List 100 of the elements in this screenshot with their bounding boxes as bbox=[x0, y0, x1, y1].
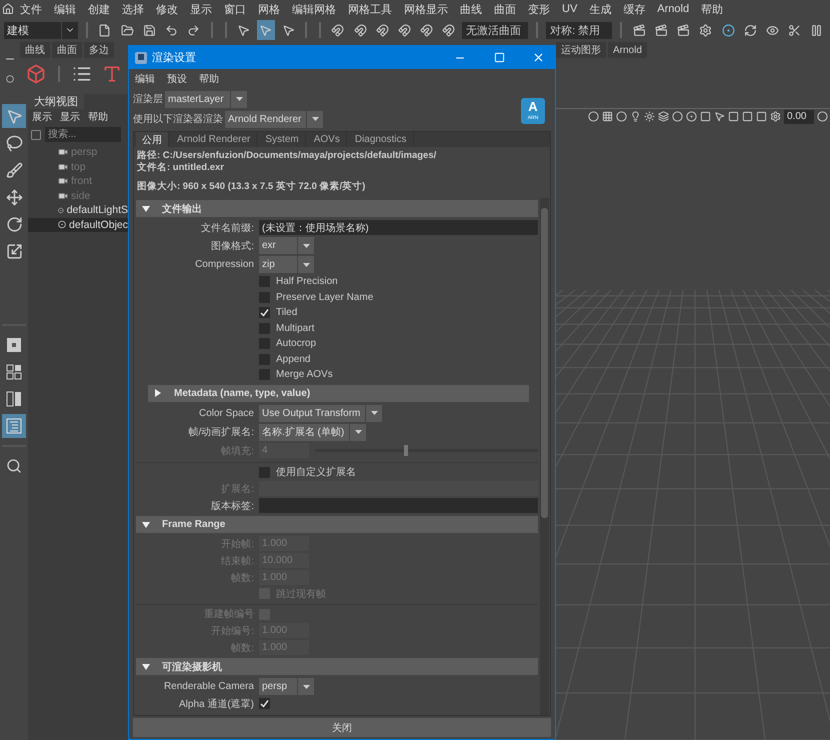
menu-item[interactable]: 选择 bbox=[116, 0, 150, 18]
caret-icon bbox=[236, 97, 242, 101]
shelf-tab[interactable]: 运动图形 bbox=[556, 42, 606, 58]
menu-item[interactable]: 文件 bbox=[14, 0, 48, 18]
menu-item[interactable]: 帮助 bbox=[695, 0, 730, 18]
text-field[interactable]: (未设置：使用场景名称) bbox=[259, 220, 538, 235]
checkbox[interactable] bbox=[259, 698, 270, 710]
gamma-icon[interactable] bbox=[817, 111, 828, 122]
viewport-tool-icon[interactable] bbox=[602, 111, 613, 122]
checkbox-label: Preserve Layer Name bbox=[276, 292, 374, 303]
set-icon bbox=[58, 219, 66, 230]
outliner-item[interactable]: defaultObjec bbox=[28, 218, 128, 232]
menu-item[interactable]: Arnold bbox=[651, 0, 696, 18]
menu-item[interactable]: 显示 bbox=[184, 0, 218, 18]
subsection-header[interactable]: Metadata (name, type, value) bbox=[148, 384, 529, 402]
checkbox-label: Merge AOVs bbox=[276, 369, 333, 380]
menu-item[interactable]: 变形 bbox=[522, 0, 556, 18]
menu-item[interactable]: UV bbox=[556, 0, 584, 18]
viewport-tool-icon[interactable] bbox=[714, 111, 725, 122]
menu-item[interactable]: 窗口 bbox=[218, 0, 252, 18]
viewport-tool-icon[interactable] bbox=[630, 111, 641, 122]
search-field[interactable]: 搜索... bbox=[45, 127, 121, 142]
exposure-field[interactable]: 0.00 bbox=[784, 110, 814, 124]
camera-icon bbox=[58, 190, 68, 201]
viewport-tool-icon[interactable] bbox=[742, 111, 753, 122]
home-icon bbox=[2, 3, 14, 15]
field-label: 文件名前缀: bbox=[200, 222, 254, 234]
caret-icon bbox=[312, 117, 319, 121]
text-field[interactable] bbox=[259, 498, 538, 513]
field-label: Renderable Camera bbox=[162, 681, 254, 692]
menu-item[interactable]: 修改 bbox=[150, 0, 184, 18]
collapse-triangle-icon bbox=[142, 204, 150, 212]
menu-item[interactable]: 编辑 bbox=[129, 70, 161, 88]
selection-mode-icon[interactable] bbox=[256, 20, 275, 40]
symmetry-field[interactable]: 对称: 禁用 bbox=[546, 22, 612, 38]
outliner-tab[interactable]: 大纲视图 bbox=[28, 94, 84, 109]
checkbox-label: Multipart bbox=[276, 322, 314, 334]
menu-item[interactable]: 曲线 bbox=[454, 0, 488, 18]
checkbox[interactable] bbox=[259, 369, 270, 380]
menu-item[interactable]: 帮助 bbox=[193, 70, 225, 88]
outliner-item[interactable]: defaultLightS bbox=[28, 203, 128, 218]
checkbox[interactable] bbox=[259, 466, 270, 478]
viewport-tool-icon[interactable] bbox=[686, 111, 697, 122]
expand-triangle-icon bbox=[154, 389, 162, 397]
image-size-text: 图像大小: 960 x 540 (13.3 x 7.5 英寸 72.0 像素/英寸) bbox=[137, 181, 366, 193]
section-header[interactable]: 可渲染摄影机 bbox=[136, 658, 538, 675]
collapse-triangle-icon bbox=[142, 520, 150, 528]
caret-icon bbox=[302, 684, 310, 688]
scrollbar[interactable] bbox=[540, 198, 549, 715]
menu-item[interactable]: 创建 bbox=[82, 0, 116, 18]
shelf-tab[interactable]: Arnold bbox=[608, 42, 647, 58]
viewport-tool-icon[interactable] bbox=[658, 111, 669, 122]
menu-item[interactable]: 网格 bbox=[252, 0, 286, 18]
viewport-tool-icon[interactable] bbox=[644, 111, 655, 122]
menu-item[interactable]: 网格显示 bbox=[398, 0, 454, 18]
shelf-tab[interactable]: 多边 bbox=[84, 42, 114, 58]
menu-item[interactable]: 编辑 bbox=[48, 0, 82, 18]
checkbox[interactable] bbox=[259, 307, 270, 318]
menu-item[interactable]: 展示 bbox=[28, 109, 56, 124]
tab[interactable]: 公用 bbox=[136, 132, 169, 147]
menu-item[interactable]: 帮助 bbox=[84, 109, 112, 124]
viewport-tool-icon[interactable] bbox=[728, 111, 739, 122]
menu-item[interactable]: 网格工具 bbox=[342, 0, 398, 18]
checkbox[interactable] bbox=[259, 322, 270, 334]
close-dialog-button[interactable]: 关闭 bbox=[133, 718, 551, 737]
circle-icon bbox=[6, 75, 14, 83]
caret-icon bbox=[302, 262, 310, 266]
caret-icon bbox=[354, 430, 362, 434]
viewport-tool-icon[interactable] bbox=[588, 111, 599, 122]
checkbox[interactable] bbox=[259, 276, 270, 288]
checkbox-label: Append bbox=[276, 354, 310, 365]
scrollbar-thumb[interactable] bbox=[541, 208, 548, 518]
menu-item[interactable]: 编辑网格 bbox=[286, 0, 342, 18]
menu-item[interactable]: 生成 bbox=[583, 0, 618, 18]
menu-item[interactable]: 显示 bbox=[56, 109, 84, 124]
viewport-tool-icon[interactable] bbox=[672, 111, 683, 122]
viewport-tool-icon[interactable] bbox=[700, 111, 711, 122]
path-text: 路径: C:/Users/enfuzion/Documents/maya/projects/default/images/ bbox=[137, 150, 438, 162]
shelf-tab[interactable]: 曲面 bbox=[52, 42, 82, 58]
camera-icon bbox=[58, 147, 68, 158]
checkbox[interactable] bbox=[259, 338, 270, 350]
menu-item[interactable]: 缓存 bbox=[617, 0, 652, 18]
field-label: 帧/动画扩展名: bbox=[187, 426, 254, 439]
field-label: 渲染层 bbox=[133, 92, 163, 106]
viewport-tool-icon[interactable] bbox=[616, 111, 627, 122]
viewport-tool-icon[interactable] bbox=[756, 111, 767, 122]
checkbox-label: Half Precision bbox=[276, 276, 338, 288]
menu-item[interactable]: 曲面 bbox=[488, 0, 522, 18]
collapse-triangle-icon bbox=[142, 662, 150, 670]
gear-icon[interactable] bbox=[770, 111, 781, 122]
outliner-layout-icon[interactable] bbox=[2, 414, 26, 438]
checkbox[interactable] bbox=[259, 354, 270, 365]
section-header[interactable]: 文件输出 bbox=[136, 200, 538, 217]
maximize-icon bbox=[494, 52, 504, 63]
app-icon bbox=[135, 52, 147, 64]
section-header[interactable]: Frame Range bbox=[136, 516, 538, 533]
menu-item[interactable]: 预设 bbox=[161, 70, 193, 88]
checkbox[interactable] bbox=[259, 292, 270, 303]
file-name-text: 文件名: untitled.exr bbox=[137, 162, 226, 174]
shelf-tab[interactable]: 曲线 bbox=[20, 42, 50, 58]
